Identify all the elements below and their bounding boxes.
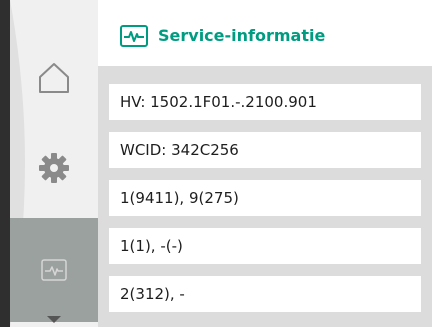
service-info-icon bbox=[41, 259, 67, 281]
sidebar-item-home[interactable] bbox=[10, 38, 98, 118]
sidebar-item-service-info[interactable] bbox=[10, 218, 98, 322]
page-title: Service-informatie bbox=[158, 26, 326, 45]
gear-icon bbox=[39, 153, 69, 183]
list-item: WCID: 342C256 bbox=[109, 132, 421, 168]
sidebar bbox=[10, 0, 98, 327]
service-info-icon bbox=[120, 25, 148, 47]
header: Service-informatie bbox=[98, 0, 432, 66]
sidebar-item-settings[interactable] bbox=[10, 118, 98, 218]
list-item: 2(312), - bbox=[109, 276, 421, 312]
list-item: HV: 1502.1F01.-.2100.901 bbox=[109, 84, 421, 120]
main-panel: Service-informatie HV: 1502.1F01.-.2100.… bbox=[98, 0, 432, 327]
left-edge-strip bbox=[0, 0, 10, 327]
list-item: 1(1), -(-) bbox=[109, 228, 421, 264]
scroll-down-arrow[interactable] bbox=[47, 316, 61, 323]
home-icon bbox=[39, 63, 69, 93]
info-list: HV: 1502.1F01.-.2100.901 WCID: 342C256 1… bbox=[98, 66, 432, 327]
list-item: 1(9411), 9(275) bbox=[109, 180, 421, 216]
